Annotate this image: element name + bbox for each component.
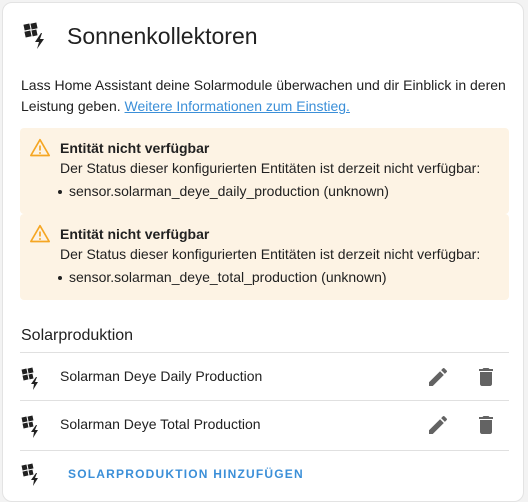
- solar-power-icon: [21, 367, 38, 390]
- warning-title: Entität nicht verfügbar: [60, 226, 210, 242]
- warning-text: Der Status dieser konfigurierten Entität…: [60, 246, 481, 262]
- delete-icon[interactable]: [474, 413, 498, 437]
- edit-icon[interactable]: [426, 365, 450, 389]
- solar-panels-card: Sonnenkollektoren Lass Home Assistant de…: [2, 2, 524, 502]
- add-solar-production-button[interactable]: SOLARPRODUKTION HINZUFÜGEN: [68, 467, 304, 481]
- solar-power-icon: [23, 22, 44, 49]
- list-item: Solarman Deye Total Production: [20, 400, 509, 448]
- solar-power-icon: [21, 415, 38, 438]
- warning-text: Der Status dieser konfigurierten Entität…: [60, 160, 481, 176]
- warning-entity: sensor.solarman_deye_total_production (u…: [58, 269, 387, 285]
- add-row: SOLARPRODUKTION HINZUFÜGEN: [20, 450, 509, 498]
- list-item: Solarman Deye Daily Production: [20, 352, 509, 400]
- item-label: Solarman Deye Total Production: [60, 416, 261, 432]
- warning-alert: Entität nicht verfügbar Der Status diese…: [20, 128, 509, 214]
- section-title: Solarproduktion: [21, 327, 134, 344]
- item-label: Solarman Deye Daily Production: [60, 368, 263, 384]
- card-header: [21, 21, 51, 51]
- edit-icon[interactable]: [426, 413, 450, 437]
- solar-power-icon: [21, 463, 38, 486]
- warning-title: Entität nicht verfügbar: [60, 140, 210, 156]
- alert-icon: [30, 138, 50, 157]
- alert-icon: [30, 224, 50, 243]
- card-title: Sonnenkollektoren: [67, 23, 258, 49]
- get-started-link[interactable]: Weitere Informationen zum Einstieg.: [125, 98, 350, 114]
- delete-icon[interactable]: [474, 365, 498, 389]
- warning-entity: sensor.solarman_deye_daily_production (u…: [58, 183, 389, 199]
- card-description: Lass Home Assistant deine Solarmodule üb…: [21, 75, 511, 117]
- warning-alert: Entität nicht verfügbar Der Status diese…: [20, 214, 509, 300]
